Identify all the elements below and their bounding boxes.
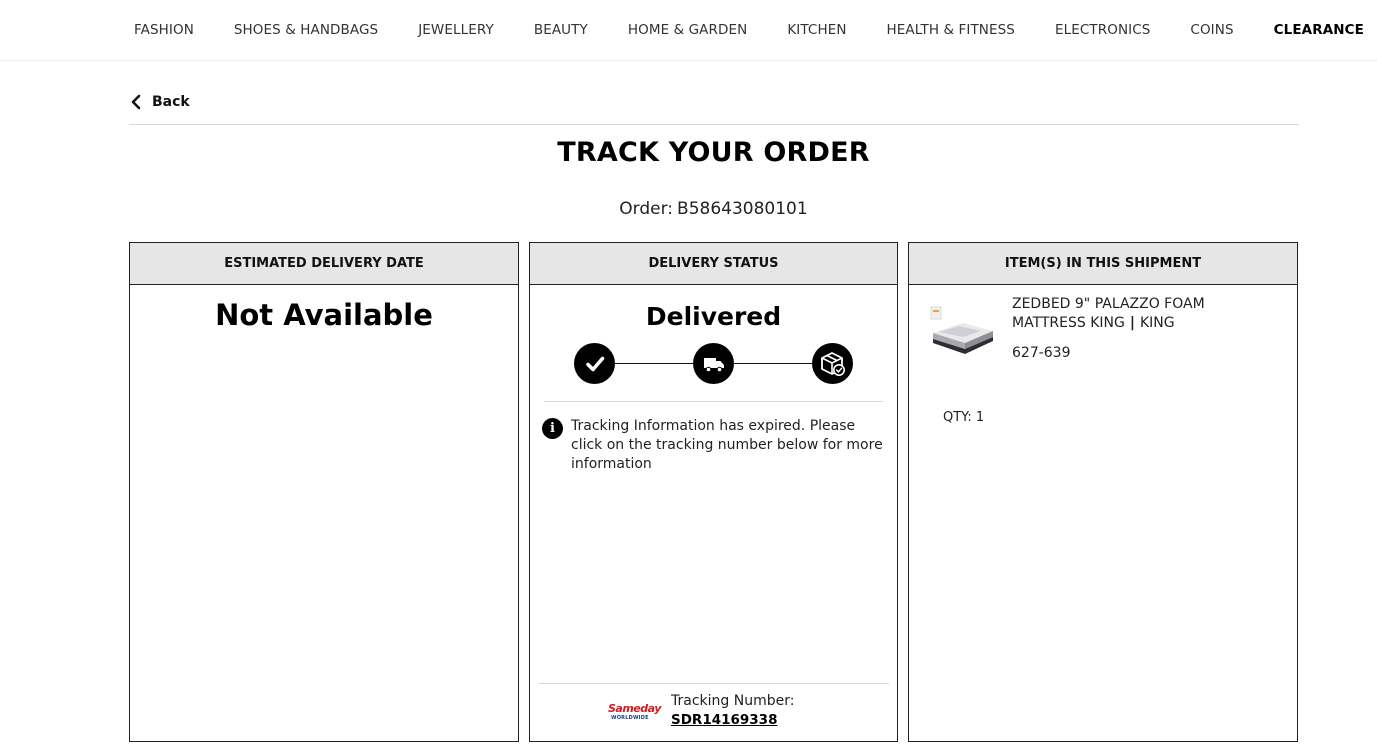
panel-header: ESTIMATED DELIVERY DATE	[130, 243, 518, 285]
divider	[544, 401, 883, 402]
panel-header: DELIVERY STATUS	[530, 243, 897, 285]
nav-item-health-fitness[interactable]: HEALTH & FITNESS	[867, 22, 1035, 38]
estimated-delivery-panel: ESTIMATED DELIVERY DATE Not Available	[129, 242, 519, 742]
nav-item-kitchen[interactable]: KITCHEN	[767, 22, 866, 38]
item-name: ZEDBED 9" PALAZZO FOAM MATTRESS KING | KIN…	[1012, 295, 1282, 333]
divider	[129, 124, 1299, 125]
shipment-items-panel: ITEM(S) IN THIS SHIPMENT QTY: 1 ZEDBED 9…	[908, 242, 1298, 742]
order-number: Order: B58643080101	[0, 199, 1377, 219]
delivery-progress	[574, 343, 853, 387]
back-link[interactable]: Back	[130, 94, 190, 110]
tracking-expired-notice: i Tracking Information has expired. Plea…	[542, 417, 885, 474]
nav-item-beauty[interactable]: BEAUTY	[514, 22, 608, 38]
carrier-logo-tagline: WORLDWIDE	[611, 715, 649, 721]
nav-item-electronics[interactable]: ELECTRONICS	[1035, 22, 1170, 38]
item-title: ZEDBED 9" PALAZZO FOAM MATTRESS KING	[1012, 296, 1205, 331]
truck-icon	[693, 343, 734, 384]
nav-item-home-garden[interactable]: HOME & GARDEN	[608, 22, 767, 38]
page-title: TRACK YOUR ORDER	[557, 137, 870, 168]
item-separator: |	[1129, 315, 1135, 331]
qty-value: 1	[975, 410, 985, 425]
category-menu: FASHION SHOES & HANDBAGS JEWELLERY BEAUT…	[114, 0, 1364, 60]
chevron-left-icon	[131, 94, 141, 110]
check-icon	[574, 343, 615, 384]
item-variant: KING	[1139, 315, 1175, 331]
item-quantity: QTY: 1	[943, 410, 984, 425]
top-navigation: FASHION SHOES & HANDBAGS JEWELLERY BEAUT…	[0, 0, 1377, 61]
back-label: Back	[152, 94, 190, 110]
order-label: Order:	[619, 199, 674, 219]
tracking-number-label: Tracking Number:	[671, 693, 795, 709]
notice-text: Tracking Information has expired. Please…	[571, 418, 883, 472]
info-icon: i	[542, 418, 563, 439]
tracking-number-link[interactable]: SDR14169338	[671, 712, 777, 728]
nav-item-jewellery[interactable]: JEWELLERY	[398, 22, 514, 38]
nav-item-clearance[interactable]: CLEARANCE	[1254, 22, 1377, 38]
package-delivered-icon	[812, 343, 853, 384]
item-sku: 627-639	[1012, 345, 1071, 361]
delivery-status-panel: DELIVERY STATUS Delivered i Tracking Inf…	[529, 242, 898, 742]
nav-item-coins[interactable]: COINS	[1170, 22, 1253, 38]
nav-item-fashion[interactable]: FASHION	[114, 22, 214, 38]
shipment-item: QTY: 1 ZEDBED 9" PALAZZO FOAM MATTRESS K…	[909, 285, 1297, 425]
carrier-logo-name: Sameday	[608, 702, 661, 715]
nav-item-shoes-handbags[interactable]: SHOES & HANDBAGS	[214, 22, 398, 38]
order-number-value: B58643080101	[677, 199, 808, 219]
qty-label: QTY:	[943, 410, 972, 425]
estimated-delivery-value: Not Available	[215, 298, 433, 332]
panel-header: ITEM(S) IN THIS SHIPMENT	[909, 243, 1297, 285]
carrier-logo: Sameday WORLDWIDE	[608, 702, 661, 726]
mattress-product-image[interactable]	[929, 303, 995, 359]
delivery-status-value: Delivered	[645, 302, 782, 331]
tracking-footer: Sameday WORLDWIDE Tracking Number: SDR14…	[538, 683, 889, 741]
